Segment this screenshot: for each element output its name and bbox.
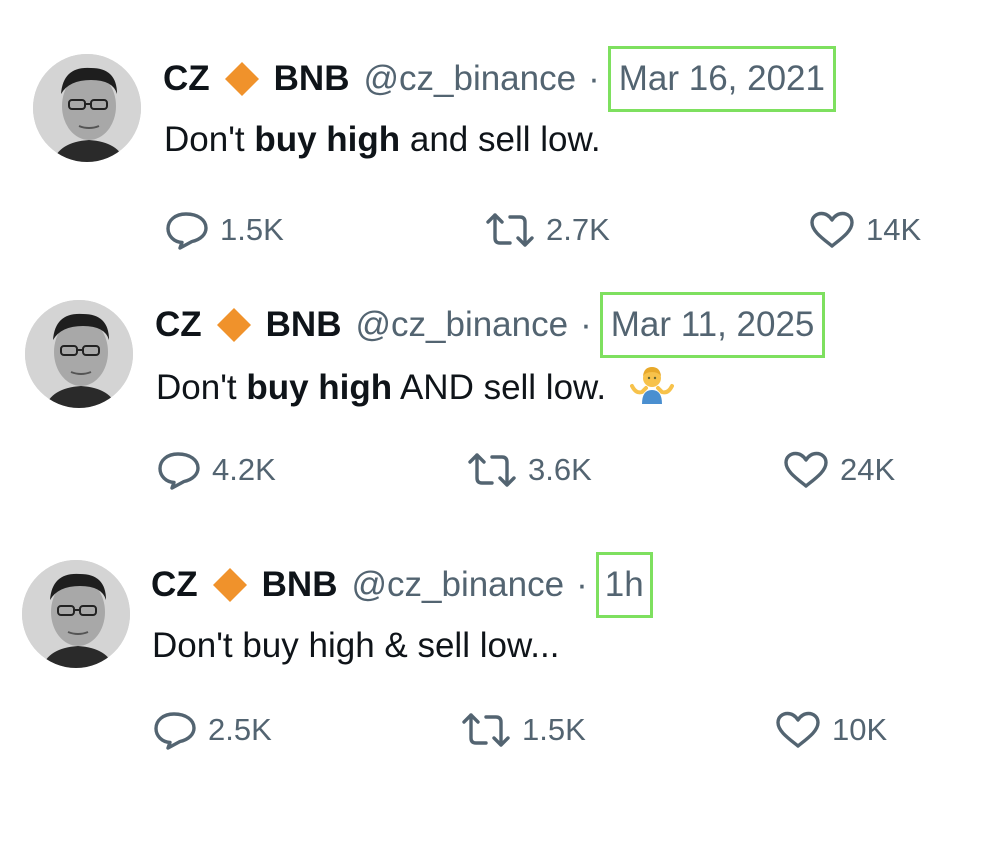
author-handle[interactable]: @cz_binance [355,303,568,347]
tweet-text-bold: buy high [246,367,393,407]
tweet-text-part: Don't [156,367,247,407]
separator-dot: · [580,305,592,344]
retweet-button[interactable]: 1.5K [460,710,586,750]
heart-icon [810,211,854,248]
tweet-text: Don't buy high & sell low... [152,624,559,668]
profile-photo-icon [22,560,130,668]
reply-button[interactable]: 1.5K [164,210,284,250]
retweet-count: 1.5K [522,712,586,747]
retweet-icon [468,453,516,487]
author-handle[interactable]: @cz_binance [363,57,576,101]
like-button[interactable]: 24K [782,450,895,490]
tweet-3[interactable]: CZ BNB @cz_binance · 1h Don't buy high &… [0,540,982,846]
like-count: 14K [866,212,922,247]
like-button[interactable]: 14K [808,210,921,250]
separator-dot: · [588,59,600,98]
bnb-diamond-icon [212,567,248,603]
retweet-icon [462,713,510,747]
tweet-header: CZ BNB @cz_binance · Mar 16, 2021 [163,46,836,112]
tweet-text-part: Don't [164,120,255,159]
author-name[interactable]: CZ [151,563,198,607]
author-name[interactable]: CZ [163,57,210,101]
reply-button[interactable]: 4.2K [156,450,276,490]
tweet-text-part: Don't buy high & sell low... [152,626,560,665]
avatar[interactable] [22,560,130,668]
avatar[interactable] [25,300,133,408]
reply-count: 2.5K [208,712,272,747]
retweet-count: 3.6K [528,452,592,487]
tweet-text: Don't buy high AND sell low. [156,364,674,415]
profile-photo-icon [25,300,133,408]
tweet-header: CZ BNB @cz_binance · Mar 11, 2025 [155,292,826,358]
separator-dot: · [576,565,588,604]
like-count: 10K [832,712,888,747]
like-button[interactable]: 10K [774,710,887,750]
reply-icon [154,712,196,750]
tweet-header: CZ BNB @cz_binance · 1h [151,552,653,618]
heart-icon [784,451,828,488]
avatar[interactable] [33,54,141,162]
tweet-date[interactable]: Mar 16, 2021 [607,46,836,112]
bnb-diamond-icon [224,61,260,97]
like-count: 24K [840,452,896,487]
tweet-text-part: and sell low. [400,120,601,159]
reply-count: 1.5K [220,212,284,247]
reply-button[interactable]: 2.5K [152,710,272,750]
retweet-count: 2.7K [546,212,610,247]
author-suffix[interactable]: BNB [274,57,350,101]
tweet-text-part: AND sell low. [392,367,607,407]
bnb-diamond-icon [216,307,252,343]
author-suffix[interactable]: BNB [262,563,338,607]
retweet-button[interactable]: 2.7K [484,210,610,250]
tweet-text-bold: buy high [254,120,401,159]
reply-icon [166,212,208,250]
profile-photo-icon [33,54,141,162]
reply-count: 4.2K [212,452,276,487]
tweet-1[interactable]: CZ BNB @cz_binance · Mar 16, 2021 Don't … [0,0,982,280]
tweet-date[interactable]: Mar 11, 2025 [599,292,826,358]
author-handle[interactable]: @cz_binance [351,563,564,607]
tweet-2[interactable]: CZ BNB @cz_binance · Mar 11, 2025 Don't … [0,280,982,540]
heart-icon [776,711,820,748]
man-shrugging-emoji-icon [629,364,674,415]
author-name[interactable]: CZ [155,303,202,347]
tweet-text: Don't buy high and sell low. [164,118,601,162]
retweet-button[interactable]: 3.6K [466,450,592,490]
reply-icon [158,452,200,490]
tweet-date[interactable]: 1h [595,552,653,618]
retweet-icon [486,213,534,247]
author-suffix[interactable]: BNB [266,303,342,347]
